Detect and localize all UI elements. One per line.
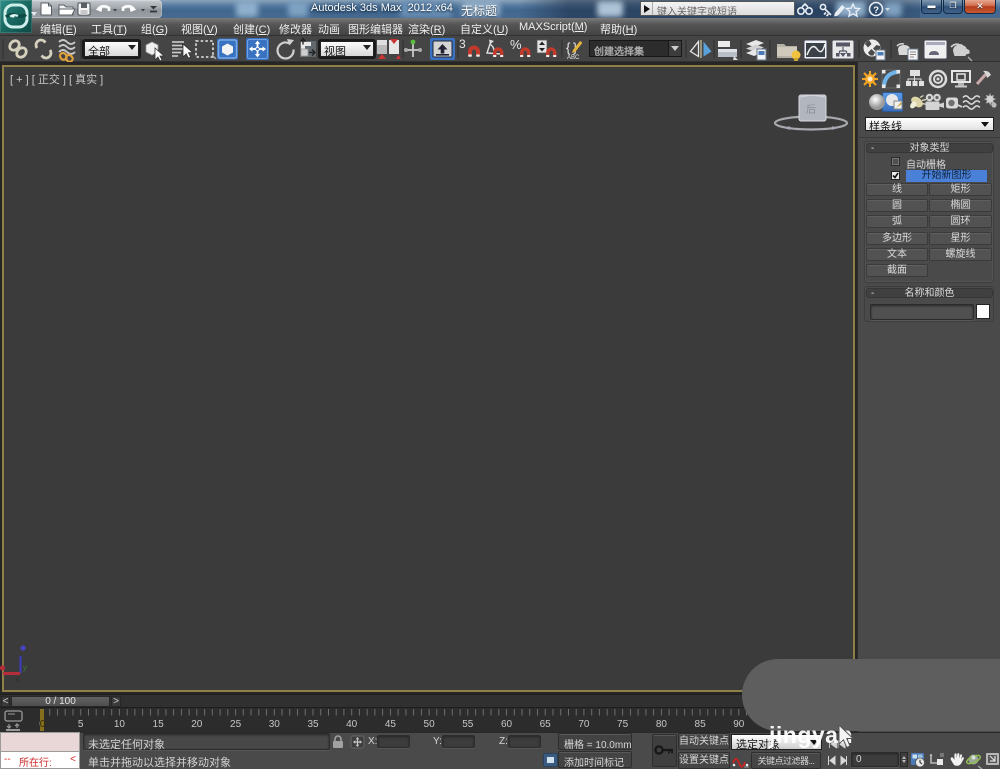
svg-text:20: 20 bbox=[191, 719, 203, 730]
svg-text:70: 70 bbox=[578, 719, 590, 730]
svg-text:%: % bbox=[510, 37, 522, 52]
svg-text:3: 3 bbox=[459, 37, 466, 51]
svg-text:75: 75 bbox=[617, 719, 629, 730]
svg-text:?: ? bbox=[873, 5, 879, 16]
svg-text:80: 80 bbox=[656, 719, 668, 730]
svg-text:35: 35 bbox=[307, 719, 319, 730]
svg-text:25: 25 bbox=[230, 719, 242, 730]
svg-text:后: 后 bbox=[806, 104, 816, 116]
svg-text:15: 15 bbox=[153, 719, 165, 730]
svg-text:y: y bbox=[23, 663, 27, 672]
svg-text:x: x bbox=[15, 675, 19, 684]
svg-text:85: 85 bbox=[695, 719, 707, 730]
svg-text:55: 55 bbox=[462, 719, 474, 730]
svg-text:90: 90 bbox=[733, 719, 745, 730]
svg-text:ABC: ABC bbox=[567, 55, 580, 61]
svg-text:65: 65 bbox=[540, 719, 552, 730]
svg-text:50: 50 bbox=[424, 719, 436, 730]
svg-text:45: 45 bbox=[385, 719, 397, 730]
svg-text:0: 0 bbox=[40, 719, 46, 730]
svg-text:60: 60 bbox=[501, 719, 513, 730]
svg-text:10: 10 bbox=[114, 719, 126, 730]
svg-text:40: 40 bbox=[346, 719, 358, 730]
svg-text:30: 30 bbox=[269, 719, 281, 730]
svg-text:5: 5 bbox=[78, 719, 84, 730]
